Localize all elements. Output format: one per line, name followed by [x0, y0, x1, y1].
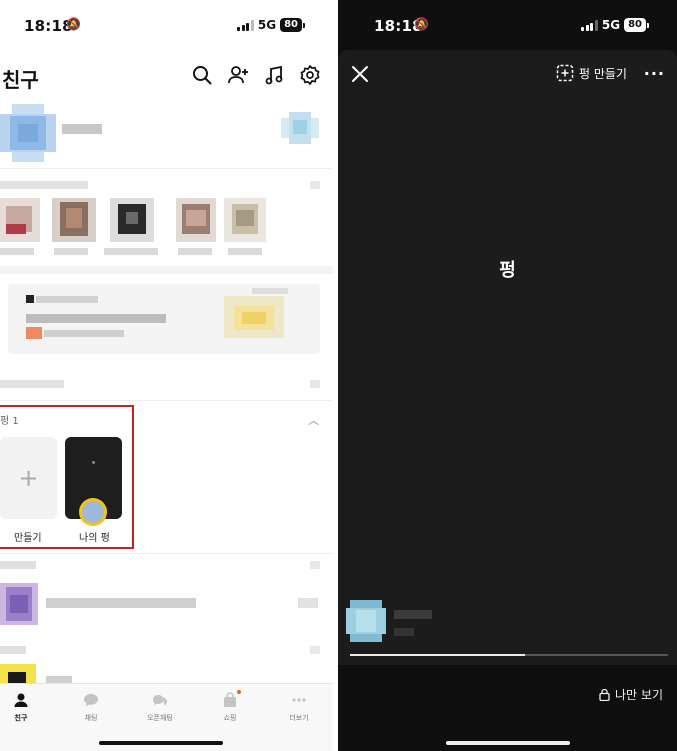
- close-icon[interactable]: [350, 64, 370, 84]
- friend-avatar[interactable]: [224, 198, 266, 242]
- story-panel: 펑 만들기 ··· 펑: [338, 50, 677, 665]
- create-pyeong-label: 펑 만들기: [579, 66, 627, 81]
- divider: [0, 400, 333, 401]
- signal-icon: [581, 19, 598, 31]
- tab-label: 오픈채팅: [147, 714, 173, 722]
- banner-title-blur: [36, 296, 98, 303]
- tab-open-chat[interactable]: 오픈채팅: [135, 692, 185, 723]
- section-label-blur: [0, 380, 64, 388]
- friend-name-blur: [178, 248, 212, 255]
- section-count-blur: [310, 181, 320, 189]
- chat-icon: [83, 692, 99, 708]
- avatar: [0, 104, 56, 162]
- friend-avatar[interactable]: [52, 198, 96, 242]
- mute-bell-icon: 🔕: [414, 17, 429, 31]
- friend-avatar[interactable]: [176, 198, 216, 242]
- banner-logo: [26, 295, 34, 303]
- divider: [0, 168, 333, 169]
- mute-bell-icon: 🔕: [66, 17, 81, 31]
- author-name-blur: [394, 610, 432, 619]
- banner-tag: [26, 327, 42, 339]
- story-text: 펑: [499, 260, 516, 281]
- section-count-blur: [310, 561, 320, 569]
- profile-name-blur: [62, 124, 102, 134]
- list-item-title-blur: [46, 598, 196, 608]
- create-pyeong-button[interactable]: 펑 만들기: [556, 64, 627, 82]
- battery-icon: 80: [280, 18, 305, 32]
- header-actions: [191, 64, 321, 86]
- music-icon[interactable]: [263, 64, 285, 86]
- friend-name-blur: [104, 248, 158, 255]
- status-bar: 18:18 🔕 5G 80: [0, 0, 333, 52]
- list-item-meta-blur: [298, 598, 318, 608]
- section-label-blur: [0, 181, 88, 189]
- chevron-up-icon[interactable]: ︿: [308, 412, 319, 428]
- more-icon: [291, 692, 307, 708]
- search-icon[interactable]: [191, 64, 213, 86]
- tab-label: 채팅: [84, 714, 98, 722]
- visibility-label: 나만 보기: [615, 688, 663, 702]
- settings-icon[interactable]: [299, 64, 321, 86]
- battery-icon: 80: [624, 18, 649, 32]
- highlight-box: [0, 405, 134, 549]
- tab-label: 쇼핑: [223, 714, 237, 722]
- visibility-button[interactable]: 나만 보기: [598, 686, 663, 703]
- section-count-blur: [310, 380, 320, 388]
- friends-header: 친구: [0, 62, 333, 92]
- friends-screen: 18:18 🔕 5G 80 친구 펑 1 ︿ + 만들기 나의 펑 친구 채팅 …: [0, 0, 333, 751]
- banner-image: [224, 296, 284, 338]
- tab-label: 친구: [14, 714, 28, 722]
- profile-music-thumb: [281, 112, 319, 144]
- avatar[interactable]: [346, 600, 386, 642]
- friend-name-blur: [54, 248, 88, 255]
- banner-text-blur: [26, 314, 166, 323]
- add-friend-icon[interactable]: [227, 64, 249, 86]
- add-box-icon: [556, 64, 574, 82]
- friend-name-blur: [228, 248, 262, 255]
- divider: [0, 553, 333, 554]
- banner-sub-blur: [44, 330, 124, 337]
- friend-name-blur: [0, 248, 34, 255]
- shopping-bag-icon: [222, 690, 241, 708]
- network-label: 5G: [257, 18, 277, 32]
- section-count-blur: [310, 646, 320, 654]
- home-indicator: [446, 741, 570, 745]
- signal-icon: [237, 19, 254, 31]
- tab-friends[interactable]: 친구: [0, 692, 46, 723]
- notification-dot: [237, 690, 241, 694]
- banner-badge-blur: [252, 288, 288, 294]
- pyeong-viewer-screen: 18:18 🔕 5G 80 펑 만들기 ··· 펑 나만 보기: [338, 0, 677, 751]
- screen-root: 18:18 🔕 5G 80 친구 펑 1 ︿ + 만들기 나의 펑 친구 채팅 …: [0, 0, 677, 751]
- section-label-blur: [0, 561, 36, 569]
- network-label: 5G: [601, 18, 621, 32]
- more-options-icon[interactable]: ···: [644, 64, 665, 83]
- post-time-blur: [394, 628, 414, 636]
- person-icon: [13, 692, 29, 708]
- friend-avatar[interactable]: [0, 198, 40, 242]
- section-label-blur: [0, 646, 26, 654]
- avatar: [0, 664, 36, 684]
- list-item-title-blur: [46, 676, 72, 683]
- bottom-tab-bar: 친구 채팅 오픈채팅 쇼핑 더보기: [0, 683, 333, 751]
- story-progress-fill: [350, 654, 525, 656]
- status-indicators: 5G 80: [581, 18, 649, 32]
- status-bar: 18:18 🔕 5G 80: [338, 0, 677, 52]
- section-spacer: [0, 266, 333, 274]
- tab-label: 더보기: [289, 714, 309, 722]
- friend-avatar[interactable]: [110, 198, 154, 242]
- story-progress-bar: [350, 654, 668, 656]
- tab-chat[interactable]: 채팅: [66, 692, 116, 723]
- tab-shopping[interactable]: 쇼핑: [205, 690, 255, 723]
- lock-icon: [599, 688, 610, 701]
- open-chat-icon: [152, 692, 168, 708]
- tab-more[interactable]: 더보기: [274, 692, 324, 723]
- home-indicator: [99, 741, 223, 745]
- avatar: [0, 583, 38, 625]
- page-title: 친구: [2, 68, 39, 92]
- status-indicators: 5G 80: [237, 18, 305, 32]
